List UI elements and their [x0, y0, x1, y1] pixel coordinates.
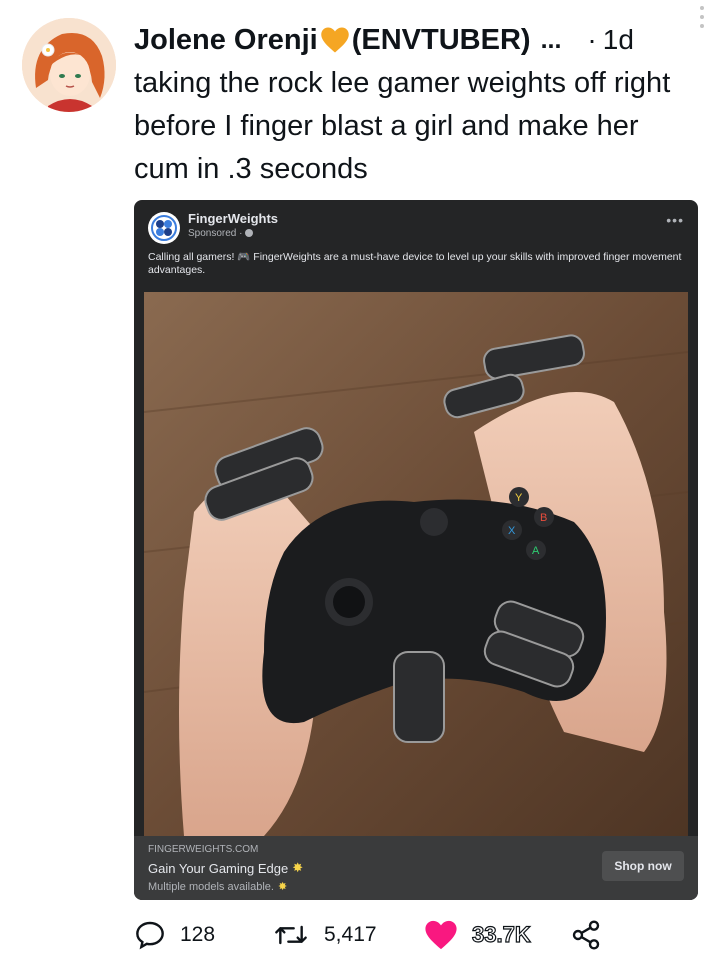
tweet-action-bar: 128 5,417 33.7K	[134, 916, 614, 954]
like-count: 33.7K	[471, 921, 531, 947]
heart-filled-icon	[425, 920, 457, 950]
ad-more-options-icon: •••	[666, 212, 684, 228]
shop-now-button: Shop now	[602, 851, 684, 881]
orange-heart-icon	[320, 27, 349, 53]
tweet-body: taking the rock lee gamer weights off ri…	[134, 67, 671, 185]
profile-avatar[interactable]	[22, 18, 116, 112]
share-icon	[572, 920, 600, 950]
fingerweights-logo-icon	[148, 212, 180, 244]
retweet-button[interactable]: 5,417	[272, 916, 377, 954]
sponsored-text: Sponsored ·	[188, 228, 246, 239]
ad-headline: Gain Your Gaming Edge ✸	[148, 860, 303, 876]
svg-text:A: A	[532, 545, 540, 557]
reply-icon	[136, 921, 164, 950]
ad-footer: FINGERWEIGHTS.COM Gain Your Gaming Edge …	[134, 836, 698, 900]
tweet-header: Jolene Orenji (ENVTUBER) ... · 1d	[134, 20, 710, 60]
embedded-ad-screenshot[interactable]: FingerWeights Sponsored · ••• Calling al…	[134, 200, 698, 900]
ad-headline-text: Gain Your Gaming Edge	[148, 860, 289, 876]
user-display-name[interactable]: Jolene Orenji (ENVTUBER) ...	[134, 24, 561, 57]
user-tag-text: (ENVTUBER)	[351, 23, 531, 56]
ad-body-text: Calling all gamers! 🎮 FingerWeights are …	[148, 251, 682, 276]
ad-product-photo: Y B X A	[144, 292, 688, 836]
ad-subtext-text: Multiple models available.	[148, 880, 274, 893]
svg-text:Y: Y	[515, 492, 523, 504]
like-button[interactable]: 33.7K	[424, 916, 531, 954]
globe-icon	[245, 229, 254, 238]
retweet-count: 5,417	[324, 923, 377, 946]
reply-button[interactable]: 128	[134, 916, 215, 954]
share-button[interactable]	[570, 916, 616, 954]
retweet-icon	[275, 925, 307, 945]
avatar-illustration	[22, 18, 116, 112]
sparkle-icon: ✸	[292, 860, 304, 875]
svg-text:B: B	[540, 512, 547, 524]
svg-text:X: X	[508, 525, 516, 537]
sparkle-icon: ✸	[277, 881, 288, 893]
ad-domain: FINGERWEIGHTS.COM	[148, 844, 259, 855]
ad-page-name: FingerWeights	[188, 211, 279, 226]
tweet-timestamp[interactable]: 1d	[603, 24, 634, 56]
header-separator: ·	[587, 24, 597, 55]
name-truncation: ...	[540, 25, 562, 54]
more-options-icon[interactable]	[700, 6, 706, 28]
user-name-text: Jolene Orenji	[134, 23, 318, 56]
reply-count: 128	[180, 923, 216, 946]
controller-with-finger-weights-image: Y B X A	[144, 292, 688, 836]
ad-subtext: Multiple models available. ✸	[148, 880, 288, 894]
ad-sponsored-label: Sponsored ·	[188, 228, 254, 239]
